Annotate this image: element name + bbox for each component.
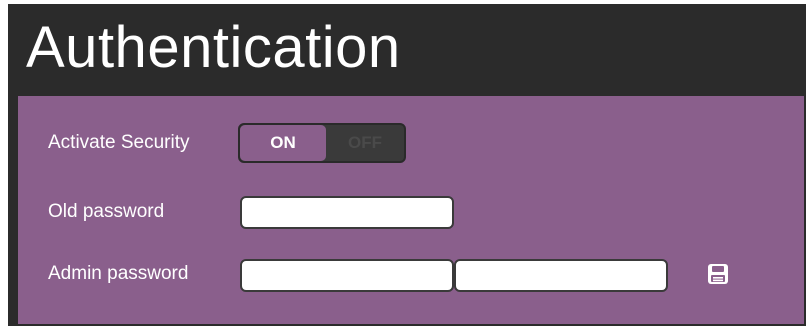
admin-password-field[interactable] [240,259,454,292]
toggle-on-option[interactable]: ON [240,125,326,161]
toggle-off-option[interactable]: OFF [326,125,404,161]
activate-security-label: Activate Security [48,132,190,153]
old-password-label: Old password [48,201,165,222]
admin-password-label: Admin password [48,263,189,284]
save-button[interactable] [704,260,732,288]
admin-password-confirm-field[interactable] [454,259,668,292]
save-icon [708,264,728,284]
authentication-window: Authentication Activate Security ON OFF … [8,4,806,326]
security-settings-panel: Activate Security ON OFF Old password Ad… [18,96,804,324]
activate-security-toggle[interactable]: ON OFF [238,123,406,163]
old-password-field[interactable] [240,196,454,229]
page-title: Authentication [26,15,401,80]
